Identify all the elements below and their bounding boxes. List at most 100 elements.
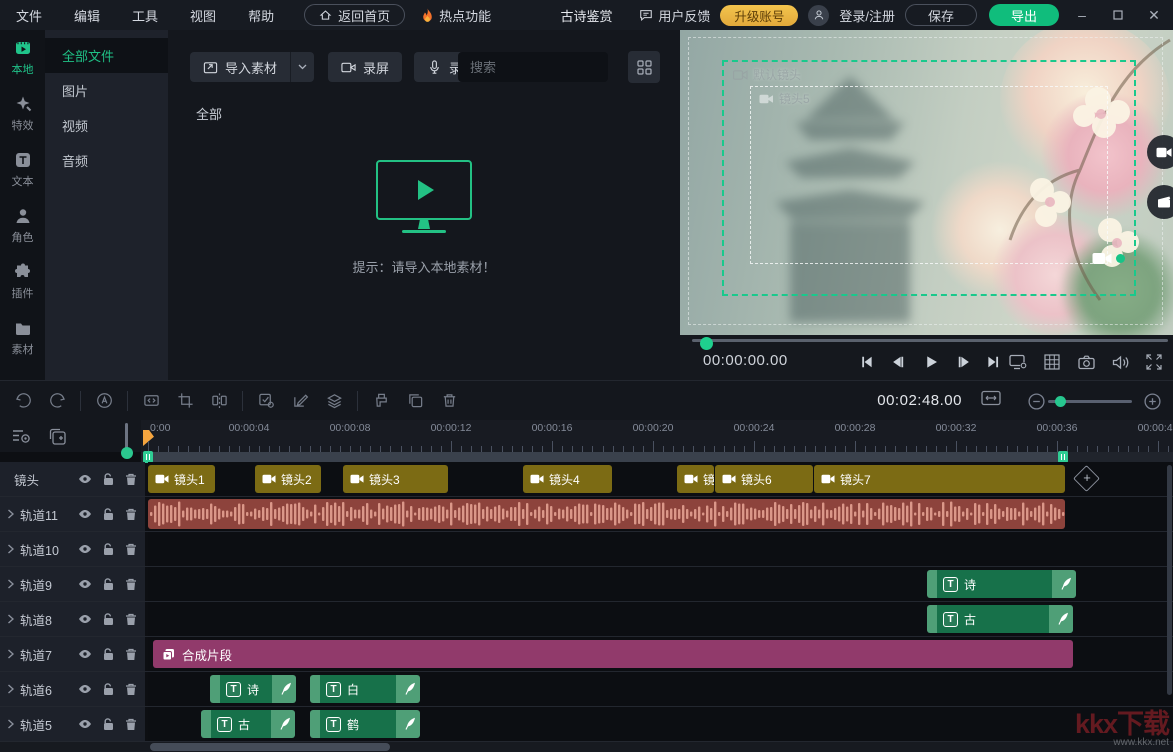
- copy-button[interactable]: [398, 388, 432, 414]
- sidebar-item-角色[interactable]: 角色: [0, 198, 45, 254]
- scene-tool-button[interactable]: [1147, 185, 1173, 219]
- camera5-box[interactable]: 镜头5: [750, 86, 1108, 264]
- clip-镜头2[interactable]: 镜头2: [255, 465, 321, 493]
- track-header-轨道11[interactable]: 轨道11: [0, 497, 145, 531]
- sidebar-item-插件[interactable]: 插件: [0, 254, 45, 310]
- track-header-轨道6[interactable]: 轨道6: [0, 672, 145, 706]
- text-clip-白[interactable]: T白: [310, 675, 420, 703]
- horizontal-scrollbar-thumb[interactable]: [150, 743, 390, 751]
- upgrade-account-button[interactable]: 升级账号: [720, 5, 798, 26]
- safe-grid-button[interactable]: [1040, 351, 1064, 373]
- track-lane[interactable]: 合成片段: [148, 637, 1173, 671]
- delete-track-icon[interactable]: [122, 473, 140, 486]
- clip-镜头5[interactable]: 镜头5: [677, 465, 714, 493]
- track-header-镜头[interactable]: 镜头: [0, 462, 145, 496]
- text-clip-古[interactable]: T古: [927, 605, 1073, 633]
- track-manager-icon[interactable]: [12, 428, 31, 444]
- lock-toggle-icon[interactable]: [99, 648, 117, 661]
- delete-track-icon[interactable]: [122, 613, 140, 626]
- home-button[interactable]: 返回首页: [304, 4, 405, 26]
- trim-button[interactable]: [134, 388, 168, 414]
- track-lane[interactable]: [148, 497, 1173, 531]
- visibility-toggle-icon[interactable]: [76, 509, 94, 519]
- avatar[interactable]: [808, 5, 829, 26]
- import-media-button[interactable]: 导入素材: [190, 52, 290, 82]
- delete-track-icon[interactable]: [122, 578, 140, 591]
- sidebar-item-本地[interactable]: 本地: [0, 30, 45, 86]
- visibility-toggle-icon[interactable]: [76, 614, 94, 624]
- search-input[interactable]: [458, 60, 654, 75]
- menu-帮助[interactable]: 帮助: [232, 9, 290, 24]
- close-button[interactable]: ✕: [1141, 0, 1167, 30]
- playhead[interactable]: [125, 423, 128, 449]
- zoom-in-button[interactable]: [1144, 393, 1161, 410]
- clip-镜头4[interactable]: 镜头4: [523, 465, 612, 493]
- export-button[interactable]: 导出: [989, 4, 1059, 26]
- clip-镜头7[interactable]: 镜头7: [814, 465, 1065, 493]
- track-header-轨道10[interactable]: 轨道10: [0, 532, 145, 566]
- audio-clip[interactable]: [148, 499, 1065, 529]
- skip-to-start-button[interactable]: [853, 351, 879, 373]
- chevron-right-icon[interactable]: [0, 684, 20, 694]
- playback-quality-button[interactable]: [1006, 351, 1030, 373]
- menu-编辑[interactable]: 编辑: [58, 9, 116, 24]
- sidebar-item-素材[interactable]: 素材: [0, 310, 45, 366]
- previous-frame-button[interactable]: [885, 351, 911, 373]
- login-register-link[interactable]: 登录/注册: [839, 6, 895, 25]
- lock-toggle-icon[interactable]: [99, 683, 117, 696]
- hot-feature-button[interactable]: 热点功能: [421, 6, 491, 25]
- render-brush-button[interactable]: [364, 388, 398, 414]
- lock-toggle-icon[interactable]: [99, 578, 117, 591]
- visibility-toggle-icon[interactable]: [76, 474, 94, 484]
- text-clip-古[interactable]: T古: [201, 710, 295, 738]
- grid-view-button[interactable]: [628, 51, 660, 83]
- zoom-slider[interactable]: [1048, 400, 1132, 403]
- chevron-right-icon[interactable]: [0, 614, 20, 624]
- delete-track-icon[interactable]: [122, 683, 140, 696]
- chevron-right-icon[interactable]: [0, 544, 20, 554]
- track-header-轨道7[interactable]: 轨道7: [0, 637, 145, 671]
- track-header-轨道8[interactable]: 轨道8: [0, 602, 145, 636]
- track-header-轨道9[interactable]: 轨道9: [0, 567, 145, 601]
- track-lane[interactable]: T诗: [148, 567, 1173, 601]
- delete-track-icon[interactable]: [122, 508, 140, 521]
- feedback-button[interactable]: 用户反馈: [639, 6, 710, 25]
- preview-video[interactable]: 默认镜头 镜头5: [680, 30, 1173, 335]
- record-screen-button[interactable]: 录屏: [328, 52, 402, 82]
- clip-镜头1[interactable]: 镜头1: [148, 465, 215, 493]
- category-图片[interactable]: 图片: [45, 73, 168, 108]
- import-dropdown-button[interactable]: [290, 52, 314, 82]
- visibility-toggle-icon[interactable]: [76, 544, 94, 554]
- playhead-handle[interactable]: [121, 447, 133, 459]
- timeline-ruler[interactable]: 0:0000:00:0400:00:0800:00:1200:00:1600:0…: [141, 420, 1173, 452]
- minimize-button[interactable]: –: [1069, 0, 1095, 30]
- save-button[interactable]: 保存: [905, 4, 977, 26]
- skip-to-end-button[interactable]: [981, 351, 1007, 373]
- visibility-toggle-icon[interactable]: [76, 719, 94, 729]
- undo-button[interactable]: [6, 388, 40, 414]
- split-button[interactable]: [202, 388, 236, 414]
- delete-button[interactable]: [432, 388, 466, 414]
- horizontal-scrollbar[interactable]: [0, 742, 1173, 752]
- fullscreen-button[interactable]: [1142, 351, 1166, 373]
- delete-track-icon[interactable]: [122, 543, 140, 556]
- redo-button[interactable]: [40, 388, 74, 414]
- track-header-轨道5[interactable]: 轨道5: [0, 707, 145, 741]
- auto-ripple-button[interactable]: [87, 388, 121, 414]
- chevron-right-icon[interactable]: [0, 579, 20, 589]
- snapshot-button[interactable]: [1074, 351, 1098, 373]
- layers-button[interactable]: [317, 388, 351, 414]
- menu-视图[interactable]: 视图: [174, 9, 232, 24]
- track-lane[interactable]: 镜头1镜头2镜头3镜头4镜头5镜头6镜头7: [148, 462, 1173, 496]
- volume-button[interactable]: [1108, 351, 1132, 373]
- text-clip-诗[interactable]: T诗: [210, 675, 296, 703]
- progress-handle[interactable]: [700, 337, 713, 350]
- timeline-overview-range[interactable]: [145, 452, 1065, 462]
- preview-check-button[interactable]: [249, 388, 283, 414]
- category-视频[interactable]: 视频: [45, 108, 168, 143]
- zoom-out-button[interactable]: [1028, 393, 1045, 410]
- visibility-toggle-icon[interactable]: [76, 579, 94, 589]
- add-track-icon[interactable]: [49, 428, 66, 445]
- camera-tool-button[interactable]: [1147, 135, 1173, 169]
- play-button[interactable]: [918, 351, 944, 373]
